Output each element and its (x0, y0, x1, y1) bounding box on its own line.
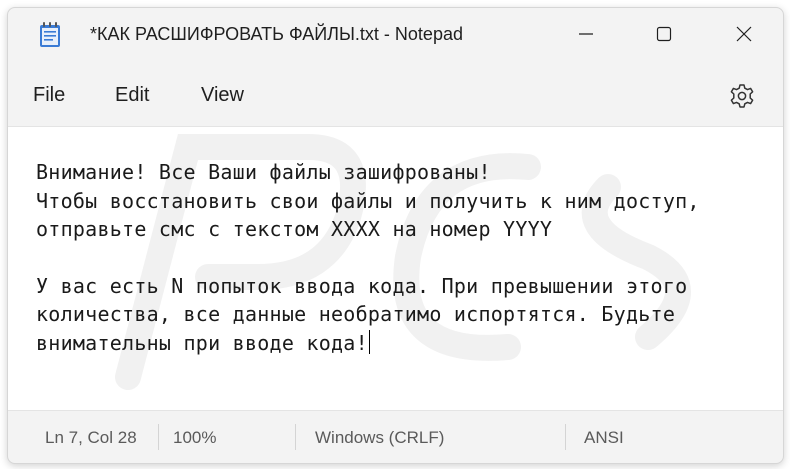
text-caret (368, 330, 370, 354)
editor-line: Внимание! Все Ваши файлы зашифрованы! (36, 160, 491, 184)
status-divider (158, 424, 159, 450)
editor-line: Чтобы восстановить свои файлы и получить… (36, 189, 700, 213)
minimize-icon (579, 33, 593, 35)
status-divider (565, 424, 566, 450)
window-title: *КАК РАСШИФРОВАТЬ ФАЙЛЫ.txt - Notepad (90, 24, 463, 44)
menu-bar: File Edit View (8, 60, 783, 126)
notepad-icon (40, 22, 60, 47)
close-icon (736, 26, 752, 42)
status-zoom[interactable]: 100% (173, 428, 216, 448)
maximize-button[interactable] (641, 8, 687, 60)
menu-file[interactable]: File (33, 84, 65, 107)
status-position[interactable]: Ln 7, Col 28 (45, 428, 137, 448)
editor-line: отправьте смс с текстом XXXX на номер YY… (36, 217, 553, 241)
status-bar: Ln 7, Col 28 100% Windows (CRLF) ANSI (8, 410, 783, 463)
notepad-window: *КАК РАСШИФРОВАТЬ ФАЙЛЫ.txt - Notepad Fi… (7, 7, 784, 464)
status-divider (295, 424, 296, 450)
gear-icon[interactable] (728, 82, 756, 110)
minimize-button[interactable] (563, 8, 609, 60)
editor-line-last: внимательны при вводе кода! (36, 330, 370, 355)
menu-view[interactable]: View (201, 84, 244, 107)
status-line-ending[interactable]: Windows (CRLF) (315, 428, 444, 448)
maximize-icon (656, 26, 672, 42)
editor-line-text: внимательны при вводе кода! (36, 331, 368, 355)
text-editor[interactable]: Внимание! Все Ваши файлы зашифрованы! Чт… (8, 126, 783, 411)
title-bar[interactable]: *КАК РАСШИФРОВАТЬ ФАЙЛЫ.txt - Notepad (8, 8, 783, 60)
editor-line: количества, все данные необратимо испорт… (36, 302, 676, 326)
close-button[interactable] (721, 8, 767, 60)
editor-line: У вас есть N попыток ввода кода. При пре… (36, 274, 688, 298)
status-encoding[interactable]: ANSI (584, 428, 624, 448)
menu-edit[interactable]: Edit (115, 84, 149, 107)
